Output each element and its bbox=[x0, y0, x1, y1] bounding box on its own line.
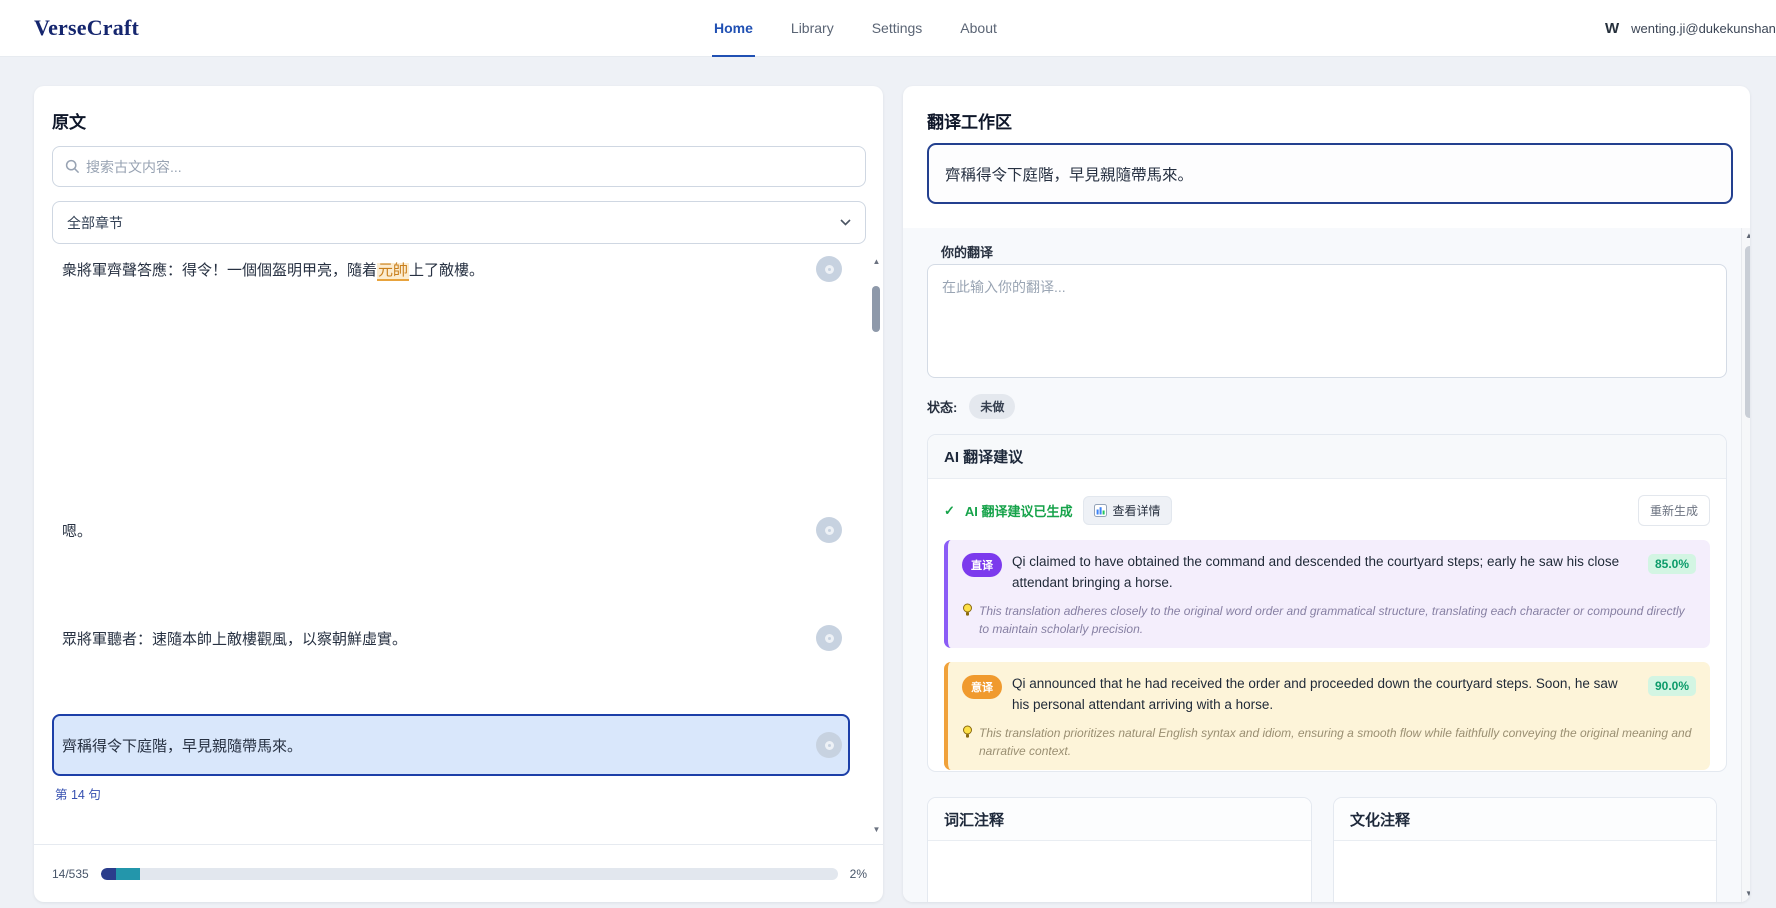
status-label: 状态: bbox=[927, 397, 957, 416]
ai-panel-header: AI 翻译建议 bbox=[928, 435, 1726, 479]
user-account[interactable]: W wenting.ji@dukekunshan bbox=[1605, 0, 1776, 57]
suggestion-free[interactable]: 意译 Qi announced that he had received the… bbox=[944, 662, 1710, 770]
suggestion-literal[interactable]: 直译 Qi claimed to have obtained the comma… bbox=[944, 540, 1710, 648]
confidence-score-badge: 90.0% bbox=[1648, 676, 1696, 696]
culture-notes-title: 文化注释 bbox=[1334, 798, 1716, 841]
ai-status-row: ✓ AI 翻译建议已生成 查看详情 重新生成 bbox=[928, 479, 1726, 526]
sentence-list: 衆將軍齊聲答應：得令！一個個盔明甲亮，隨着元帥上了敵樓。 嗯。 眾將軍聽者：速隨… bbox=[34, 253, 883, 838]
avatar: W bbox=[1605, 20, 1619, 37]
suggestion-type-badge: 直译 bbox=[962, 553, 1002, 577]
vocab-notes-title: 词汇注释 bbox=[928, 798, 1311, 841]
current-sentence-display: 齊稱得令下庭階，早見親隨帶馬來。 bbox=[927, 143, 1733, 204]
scroll-up-arrow[interactable]: ▲ bbox=[872, 258, 881, 266]
suggestion-type-badge: 意译 bbox=[962, 675, 1002, 699]
chapter-select[interactable]: 全部章节 bbox=[52, 201, 866, 244]
sentence-text: 上了敵樓。 bbox=[409, 263, 484, 279]
view-details-label: 查看详情 bbox=[1113, 502, 1161, 519]
suggestion-text: Qi announced that he had received the or… bbox=[1012, 674, 1638, 716]
speaker-icon bbox=[825, 741, 834, 750]
lightbulb-icon bbox=[962, 603, 973, 617]
chevron-down-icon bbox=[840, 219, 851, 226]
progress-position: 14/535 bbox=[52, 867, 89, 881]
progress-percent: 2% bbox=[850, 867, 867, 881]
search-input[interactable] bbox=[80, 147, 865, 186]
sentence-row-clipped[interactable]: 衆將軍齊聲答應：得令！一個個盔明甲亮，隨着元帥上了敵樓。 bbox=[52, 253, 850, 300]
progress-segment-done bbox=[101, 868, 116, 880]
vocab-notes-card: 词汇注释 bbox=[927, 797, 1312, 902]
app-logo: VerseCraft bbox=[34, 15, 139, 41]
audio-play-button[interactable] bbox=[816, 517, 842, 543]
sentence-row[interactable]: 元帥乘駒朝外看，眾多將士兩邊排。 bbox=[52, 820, 850, 838]
bar-chart-icon bbox=[1094, 504, 1107, 517]
view-details-button[interactable]: 查看详情 bbox=[1083, 496, 1172, 525]
progress-bar bbox=[101, 868, 838, 880]
your-translation-label: 你的翻译 bbox=[941, 242, 993, 261]
scroll-down-arrow[interactable]: ▼ bbox=[872, 826, 881, 834]
scrollbar-thumb[interactable] bbox=[872, 286, 880, 332]
confidence-score-badge: 85.0% bbox=[1648, 554, 1696, 574]
speaker-icon bbox=[825, 634, 834, 643]
workspace-title: 翻译工作区 bbox=[927, 108, 1012, 133]
nav-about[interactable]: About bbox=[958, 0, 999, 57]
sentence-row[interactable]: 嗯。 bbox=[52, 499, 850, 561]
top-navbar: VerseCraft Home Library Settings About W… bbox=[0, 0, 1776, 57]
source-text-panel: 原文 全部章节 衆將軍齊聲答應：得令！一個個盔明甲亮，隨着元帥上了敵樓。 嗯。 … bbox=[34, 86, 883, 902]
speaker-icon bbox=[825, 265, 834, 274]
user-email: wenting.ji@dukekunshan bbox=[1631, 21, 1776, 36]
progress-footer: 14/535 2% bbox=[34, 844, 883, 902]
regenerate-button[interactable]: 重新生成 bbox=[1638, 495, 1710, 526]
ai-suggestions-panel: AI 翻译建议 ✓ AI 翻译建议已生成 查看详情 bbox=[927, 434, 1727, 772]
highlighted-term[interactable]: 元帥 bbox=[377, 263, 409, 281]
lightbulb-icon bbox=[962, 725, 973, 739]
current-sentence-text: 齊稱得令下庭階，早見親隨帶馬來。 bbox=[945, 163, 1193, 185]
culture-notes-card: 文化注释 bbox=[1333, 797, 1717, 902]
source-panel-title: 原文 bbox=[52, 108, 86, 133]
audio-play-button[interactable] bbox=[816, 256, 842, 282]
scrollbar-thumb[interactable] bbox=[1745, 246, 1750, 418]
ai-panel-title: AI 翻译建议 bbox=[944, 446, 1023, 467]
audio-play-button[interactable] bbox=[816, 625, 842, 651]
scroll-down-arrow[interactable]: ▼ bbox=[1742, 889, 1750, 899]
sentence-row-selected[interactable]: 齊稱得令下庭階，早見親隨帶馬來。 bbox=[52, 714, 850, 776]
sentence-text: 嗯。 bbox=[62, 520, 92, 541]
status-badge: 未做 bbox=[969, 394, 1015, 419]
nav-library[interactable]: Library bbox=[789, 0, 836, 57]
search-box bbox=[52, 146, 866, 187]
nav-settings[interactable]: Settings bbox=[870, 0, 925, 57]
suggestion-text: Qi claimed to have obtained the command … bbox=[1012, 552, 1638, 594]
nav-home[interactable]: Home bbox=[712, 0, 755, 57]
progress-segment-current bbox=[116, 868, 140, 880]
ai-generated-text: AI 翻译建议已生成 bbox=[965, 501, 1073, 520]
sentence-text: 眾將軍聽者：速隨本帥上敵樓觀風，以察朝鮮虛實。 bbox=[62, 628, 407, 649]
list-scrollbar: ▲ ▼ bbox=[872, 258, 881, 834]
sentence-row[interactable]: 眾將軍聽者：速隨本帥上敵樓觀風，以察朝鮮虛實。 bbox=[52, 607, 850, 669]
chapter-select-value: 全部章节 bbox=[67, 213, 123, 233]
suggestion-note: This translation prioritizes natural Eng… bbox=[962, 724, 1696, 760]
workspace-scroll-area: 你的翻译 状态: 未做 AI 翻译建议 ✓ AI 翻译建议已生成 bbox=[903, 228, 1750, 902]
status-row: 状态: 未做 bbox=[927, 394, 1015, 419]
translation-input[interactable] bbox=[927, 264, 1727, 378]
main-nav: Home Library Settings About bbox=[712, 0, 999, 57]
search-icon bbox=[65, 159, 80, 174]
check-icon: ✓ bbox=[944, 503, 955, 519]
workspace-scrollbar: ▲ ▼ bbox=[1741, 228, 1750, 902]
audio-play-button[interactable] bbox=[816, 732, 842, 758]
translation-workspace-panel: 翻译工作区 齊稱得令下庭階，早見親隨帶馬來。 你的翻译 状态: 未做 AI 翻译… bbox=[903, 86, 1750, 902]
suggestion-note: This translation adheres closely to the … bbox=[962, 602, 1696, 638]
sentence-text: 衆將軍齊聲答應：得令！一個個盔明甲亮，隨着 bbox=[62, 263, 377, 279]
speaker-icon bbox=[825, 526, 834, 535]
scroll-up-arrow[interactable]: ▲ bbox=[1742, 231, 1750, 241]
sentence-number-label: 第 14 句 bbox=[55, 784, 101, 803]
sentence-text: 齊稱得令下庭階，早見親隨帶馬來。 bbox=[62, 735, 302, 756]
